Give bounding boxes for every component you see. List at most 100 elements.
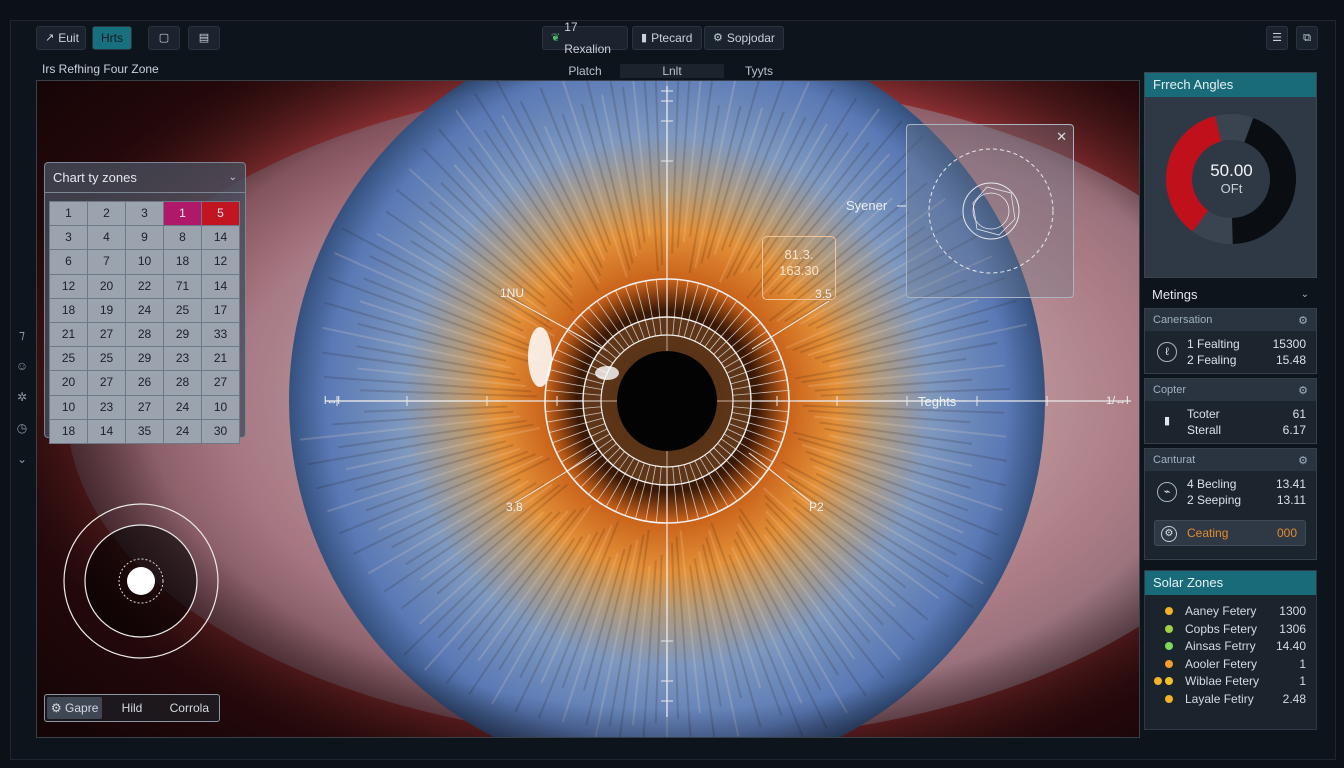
close-icon[interactable]: ✕ bbox=[1056, 129, 1067, 145]
zone-cell[interactable]: 27 bbox=[202, 371, 239, 395]
rexalion-button[interactable]: ❦ 17 Rexalion bbox=[542, 20, 628, 56]
label-syner: Syener bbox=[846, 198, 888, 213]
zone-cell[interactable]: 23 bbox=[88, 395, 125, 419]
zone-cell[interactable]: 20 bbox=[50, 371, 87, 395]
zone-cell[interactable]: 25 bbox=[88, 347, 125, 371]
chevron-down-icon[interactable]: ⌄ bbox=[12, 444, 32, 475]
zone-cell[interactable]: 33 bbox=[202, 322, 239, 347]
sopjodar-button[interactable]: ⚙ Sopjodar bbox=[704, 26, 784, 50]
clock-icon[interactable]: ◷ bbox=[12, 413, 32, 444]
chevron-down-icon[interactable]: ⌄ bbox=[1301, 289, 1309, 300]
zone-cell[interactable]: 22 bbox=[126, 274, 163, 298]
zone-cell[interactable]: 35 bbox=[126, 419, 163, 443]
tab-lnlt[interactable]: Lnlt bbox=[620, 64, 724, 78]
hrts-button[interactable]: Hrts bbox=[92, 26, 132, 50]
coating-row[interactable]: ⚙ Ceating 000 bbox=[1154, 520, 1306, 546]
zone-cell[interactable]: 18 bbox=[50, 298, 87, 322]
zone-cell[interactable]: 26 bbox=[126, 371, 163, 395]
solar-zone-name: Wiblae Fetery bbox=[1185, 674, 1260, 689]
section-header[interactable]: Copter ⚙ bbox=[1145, 379, 1316, 401]
metric-icon: ℓ bbox=[1157, 342, 1177, 362]
tab-platch[interactable]: Platch bbox=[556, 64, 614, 78]
zone-cell[interactable]: 27 bbox=[126, 395, 163, 419]
section-header[interactable]: Canturat ⚙ bbox=[1145, 449, 1316, 471]
settings-icon[interactable]: ⚙ bbox=[1298, 314, 1308, 327]
zone-cell[interactable]: 5 bbox=[202, 202, 239, 226]
zone-cell[interactable]: 4 bbox=[88, 226, 125, 250]
zone-cell[interactable]: 27 bbox=[88, 322, 125, 347]
zone-cell[interactable]: 7 bbox=[88, 250, 125, 274]
zone-cell[interactable]: 12 bbox=[50, 274, 87, 298]
zone-cell[interactable]: 25 bbox=[164, 298, 201, 322]
zone-cell[interactable]: 18 bbox=[50, 419, 87, 443]
zone-cell[interactable]: 6 bbox=[50, 250, 87, 274]
zone-cell[interactable]: 71 bbox=[164, 274, 201, 298]
corneal-reflection-small bbox=[595, 366, 619, 380]
frame-button[interactable]: ▢ bbox=[148, 26, 180, 50]
zone-cell[interactable]: 18 bbox=[164, 250, 201, 274]
sliders-button[interactable]: ☰ bbox=[1266, 26, 1288, 50]
zone-cell[interactable]: 9 bbox=[126, 226, 163, 250]
metrics-header[interactable]: Metings ⌄ bbox=[1144, 282, 1317, 306]
zone-cell[interactable]: 14 bbox=[202, 226, 239, 250]
segment-hild[interactable]: Hild bbox=[104, 697, 159, 719]
face-icon[interactable]: ☺ bbox=[12, 351, 32, 382]
zone-chart-header[interactable]: Chart ty zones ⌄ bbox=[45, 163, 245, 193]
fretch-angles-panel: Frrech Angles 50.00 OFt bbox=[1144, 72, 1317, 278]
zone-cell[interactable]: 8 bbox=[164, 226, 201, 250]
ptecard-button[interactable]: ▮ Ptecard bbox=[632, 26, 702, 50]
solar-zone-row[interactable]: Layale Fetiry 2.48 bbox=[1145, 691, 1318, 709]
zone-cell[interactable]: 17 bbox=[202, 298, 239, 322]
star-icon[interactable]: ✲ bbox=[12, 382, 32, 413]
zone-cell[interactable]: 27 bbox=[88, 371, 125, 395]
tool-icon[interactable]: ⁊ bbox=[12, 320, 32, 351]
section-header[interactable]: Canersation ⚙ bbox=[1145, 309, 1316, 331]
zone-cell[interactable]: 1 bbox=[50, 202, 87, 226]
zone-cell[interactable]: 29 bbox=[126, 347, 163, 371]
magnifier-inset[interactable]: ✕ bbox=[906, 124, 1074, 298]
zone-cell[interactable]: 3 bbox=[126, 202, 163, 226]
zone-cell[interactable]: 28 bbox=[126, 322, 163, 347]
measurement-callout[interactable]: 81.3. 163.30 bbox=[762, 236, 836, 300]
layers-button[interactable]: ▤ bbox=[188, 26, 220, 50]
settings-icon[interactable]: ⚙ bbox=[1298, 384, 1308, 397]
zone-cell[interactable]: 14 bbox=[88, 419, 125, 443]
segment-gapre[interactable]: ⚙ Gapre bbox=[47, 697, 103, 719]
solar-zone-row[interactable]: Aaney Fetery 1300 bbox=[1145, 603, 1318, 621]
zone-cell[interactable]: 1 bbox=[164, 202, 201, 226]
solar-zone-row[interactable]: Copbs Fetery 1306 bbox=[1145, 621, 1318, 639]
zone-cell[interactable]: 2 bbox=[88, 202, 125, 226]
zone-cell[interactable]: 24 bbox=[164, 395, 201, 419]
zone-cell[interactable]: 20 bbox=[88, 274, 125, 298]
zone-cell[interactable]: 10 bbox=[50, 395, 87, 419]
sopjodar-button-label: Sopjodar bbox=[726, 31, 775, 45]
zone-cell[interactable]: 21 bbox=[202, 347, 239, 371]
zone-cell[interactable]: 10 bbox=[126, 250, 163, 274]
zone-cell[interactable]: 28 bbox=[164, 371, 201, 395]
solar-zone-value: 1300 bbox=[1279, 604, 1306, 618]
zone-cell[interactable]: 23 bbox=[164, 347, 201, 371]
zone-cell[interactable]: 10 bbox=[202, 395, 239, 419]
settings-icon[interactable]: ⚙ bbox=[1298, 454, 1308, 467]
coating-label: Ceating bbox=[1187, 526, 1229, 540]
solar-zone-row[interactable]: Wiblae Fetery 1 bbox=[1145, 673, 1318, 691]
zone-chart-panel: Chart ty zones ⌄ 1 2 3 1 5 3 4 9 8 14 6 7 10 18 12 12 20… bbox=[44, 162, 246, 444]
zone-cell[interactable]: 25 bbox=[50, 347, 87, 371]
zone-cell[interactable]: 24 bbox=[164, 419, 201, 443]
zone-cell[interactable]: 12 bbox=[202, 250, 239, 274]
zone-cell[interactable]: 14 bbox=[202, 274, 239, 298]
expand-button[interactable]: ⧉ bbox=[1296, 26, 1318, 50]
edit-button[interactable]: ↗ Euit bbox=[36, 26, 86, 50]
solar-zone-row[interactable]: Ainsas Fetrry 14.40 bbox=[1145, 638, 1318, 656]
zone-cell[interactable]: 29 bbox=[164, 322, 201, 347]
tab-tyyts[interactable]: Tyyts bbox=[730, 64, 788, 78]
zone-cell[interactable]: 30 bbox=[202, 419, 239, 443]
zone-cell[interactable]: 24 bbox=[126, 298, 163, 322]
chevron-down-icon[interactable]: ⌄ bbox=[229, 172, 237, 183]
zone-cell[interactable]: 3 bbox=[50, 226, 87, 250]
segment-corrola[interactable]: Corrola bbox=[162, 697, 217, 719]
solar-zone-row[interactable]: Aooler Fetery 1 bbox=[1145, 656, 1318, 674]
angle-value: 50.00 bbox=[1210, 161, 1253, 180]
zone-cell[interactable]: 19 bbox=[88, 298, 125, 322]
zone-cell[interactable]: 21 bbox=[50, 322, 87, 347]
